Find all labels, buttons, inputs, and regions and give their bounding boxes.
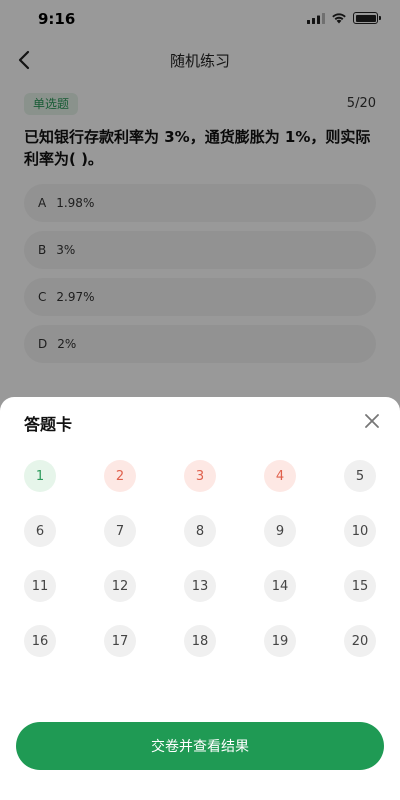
- answer-cell-17[interactable]: 17: [104, 625, 136, 657]
- answer-cell-3[interactable]: 3: [184, 460, 216, 492]
- answer-cell-1[interactable]: 1: [24, 460, 56, 492]
- answer-cell-15[interactable]: 15: [344, 570, 376, 602]
- answer-sheet: 答题卡 1 2 3 4 5 6 7 8 9 10 11 12 13 14 15 16 17 18 19 20 交卷并查…: [0, 397, 400, 800]
- answer-cell-9[interactable]: 9: [264, 515, 296, 547]
- close-button[interactable]: [362, 411, 382, 431]
- answer-cell-13[interactable]: 13: [184, 570, 216, 602]
- answer-cell-12[interactable]: 12: [104, 570, 136, 602]
- answer-cell-19[interactable]: 19: [264, 625, 296, 657]
- answer-cell-4[interactable]: 4: [264, 460, 296, 492]
- answer-cell-5[interactable]: 5: [344, 460, 376, 492]
- answer-cell-7[interactable]: 7: [104, 515, 136, 547]
- answer-cell-8[interactable]: 8: [184, 515, 216, 547]
- answer-cell-14[interactable]: 14: [264, 570, 296, 602]
- close-icon: [365, 414, 379, 428]
- answer-cell-18[interactable]: 18: [184, 625, 216, 657]
- answer-cell-2[interactable]: 2: [104, 460, 136, 492]
- answer-cell-6[interactable]: 6: [24, 515, 56, 547]
- answer-cell-20[interactable]: 20: [344, 625, 376, 657]
- answer-cell-11[interactable]: 11: [24, 570, 56, 602]
- answer-cell-10[interactable]: 10: [344, 515, 376, 547]
- answer-grid: 1 2 3 4 5 6 7 8 9 10 11 12 13 14 15 16 17 18 19 20: [24, 460, 376, 657]
- answer-cell-16[interactable]: 16: [24, 625, 56, 657]
- submit-button[interactable]: 交卷并查看结果: [16, 722, 384, 770]
- answer-sheet-title: 答题卡: [24, 415, 73, 434]
